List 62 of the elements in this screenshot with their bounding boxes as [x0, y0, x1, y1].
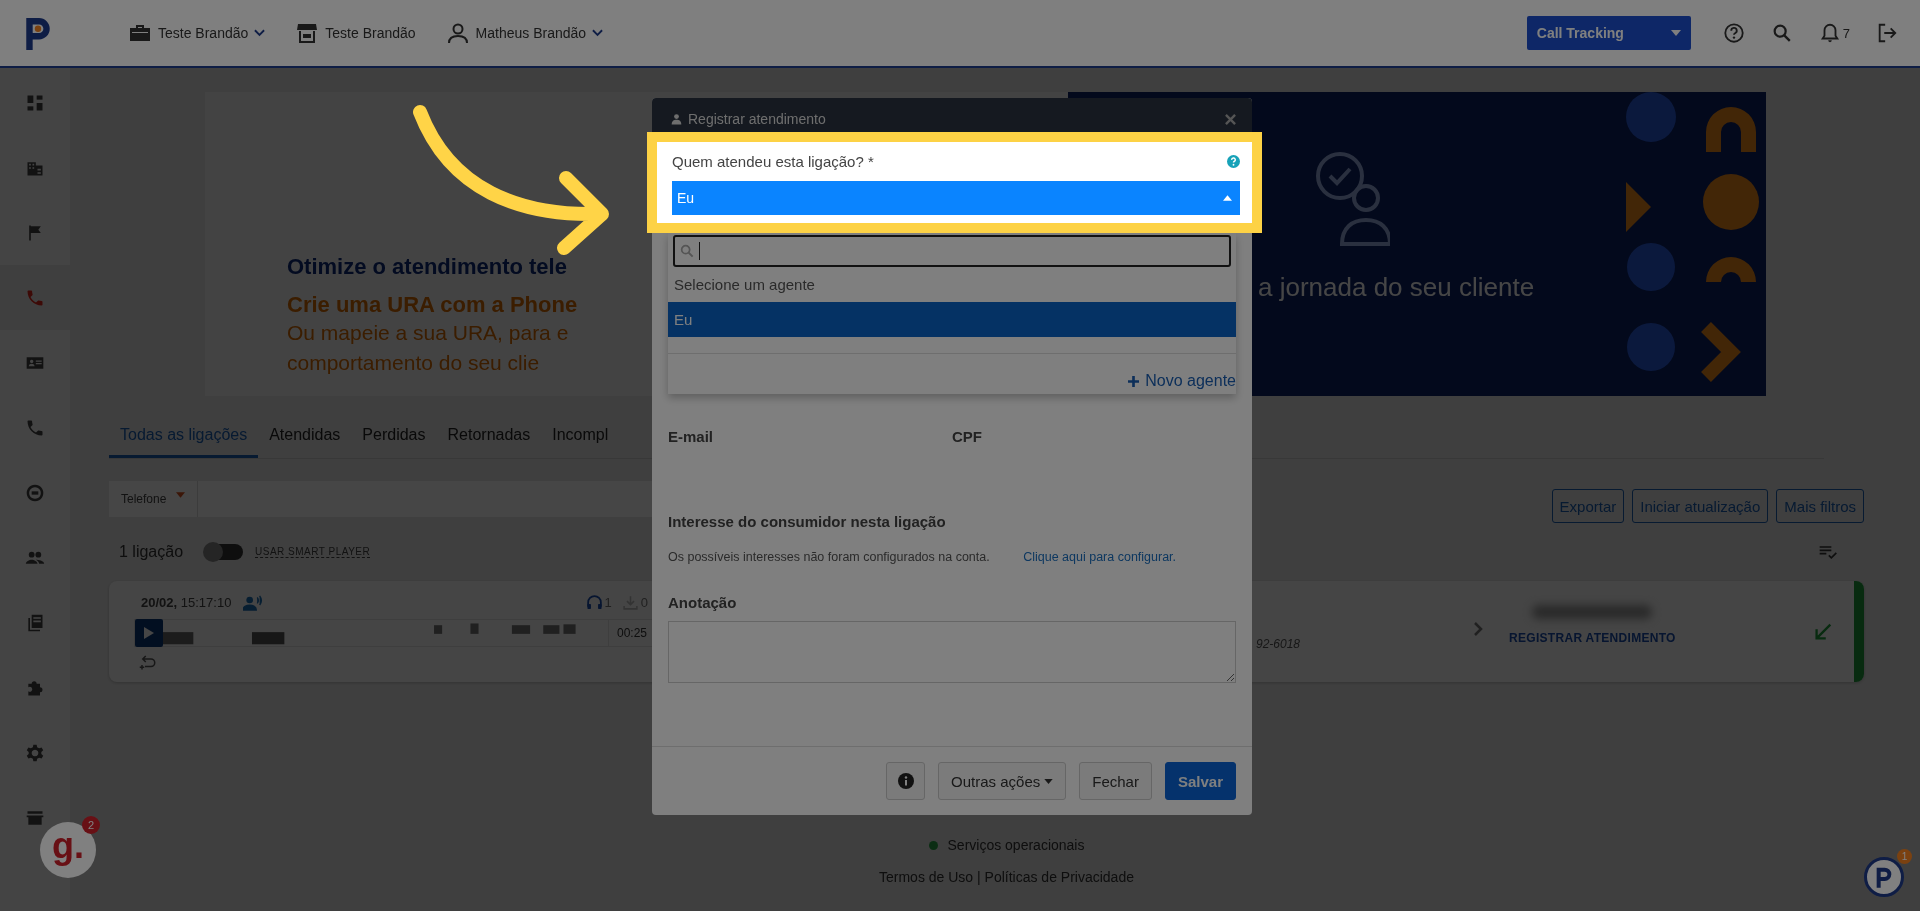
product-select[interactable]: Call Tracking: [1526, 16, 1691, 50]
banner-title: Otimize o atendimento tele: [287, 254, 567, 280]
play-button[interactable]: [135, 618, 163, 647]
field-label: CPF: [952, 428, 983, 445]
notification-badge: 2: [82, 816, 100, 834]
section-title: Interesse do consumidor nesta ligação: [668, 513, 947, 530]
field-label: E-mail: [668, 428, 714, 445]
configure-link[interactable]: Clique aqui para configurar.: [1023, 550, 1177, 564]
modal-title: Registrar atendimento: [688, 111, 826, 127]
headphones-icon: [585, 594, 603, 611]
plus-icon: [1128, 375, 1140, 387]
close-icon[interactable]: [1225, 113, 1236, 125]
search-icon: [679, 243, 695, 259]
agent-select[interactable]: Eu: [672, 181, 1240, 215]
help-widget[interactable]: [1864, 857, 1904, 897]
dropdown-option[interactable]: Selecione um agente: [668, 267, 1236, 302]
new-agent-link[interactable]: Novo agente: [1128, 354, 1236, 394]
other-actions-button[interactable]: Outras ações: [938, 762, 1067, 800]
store-icon: [295, 21, 320, 45]
outline-button[interactable]: Mais filtros: [1776, 489, 1864, 523]
status-dot: [928, 840, 938, 850]
play-icon: [144, 626, 154, 639]
help-icon[interactable]: [1227, 155, 1240, 168]
caret-up-icon: [1223, 195, 1232, 201]
dial-icon: [25, 482, 45, 503]
register-link[interactable]: REGISTRAR ATENDIMENTO: [1509, 631, 1676, 645]
nav-menu[interactable]: Teste Brandão: [128, 21, 266, 45]
note-field[interactable]: [668, 621, 1236, 683]
speaking-person-icon: [243, 594, 264, 611]
nav-menu[interactable]: Matheus Brandão: [445, 21, 604, 45]
info-icon: [897, 773, 914, 789]
caret-down-icon: [1670, 30, 1681, 36]
banner-subtitle: Crie uma URA com a Phone: [287, 292, 578, 318]
field-label: Quem atendeu esta ligação? *: [672, 153, 874, 170]
caret-down-icon: [1044, 778, 1054, 784]
dropdown-option[interactable]: Eu: [668, 302, 1236, 337]
save-button[interactable]: Salvar: [1164, 762, 1236, 800]
banner-text: Ou mapeie a sua URA, para e: [287, 320, 569, 346]
caret-down-icon: [176, 492, 186, 498]
info-text: Os possíveis interesses não foram configurados na conta. Clique aqui para configurar.: [668, 549, 1178, 566]
toggle-switch[interactable]: [205, 544, 244, 560]
banner-text: comportamento do seu clie: [287, 350, 540, 376]
logout-icon[interactable]: [1876, 22, 1898, 44]
settings-icon: [25, 742, 45, 763]
outline-button[interactable]: Exportar: [1551, 489, 1625, 523]
help-icon[interactable]: [1722, 22, 1745, 44]
widget-logo: g.: [52, 825, 84, 867]
tab[interactable]: Todas as ligações: [109, 416, 259, 458]
nav-menu[interactable]: Teste Brandão: [295, 21, 416, 45]
info-button[interactable]: [886, 762, 926, 800]
user-icon: [671, 113, 682, 125]
chevron-right-icon[interactable]: [1473, 621, 1483, 637]
close-button[interactable]: Fechar: [1079, 762, 1152, 800]
notification-count: 7: [1842, 25, 1850, 41]
notification-badge: 1: [1897, 849, 1912, 864]
search-field[interactable]: [673, 235, 1231, 267]
field-label: Anotação: [668, 594, 738, 611]
banner-text: a jornada do seu cliente: [1258, 272, 1535, 303]
user-icon: [445, 21, 470, 45]
book-icon: [25, 612, 45, 633]
outline-button[interactable]: Iniciar atualização: [1632, 489, 1769, 523]
arrow-down-left-icon: [1812, 621, 1834, 643]
